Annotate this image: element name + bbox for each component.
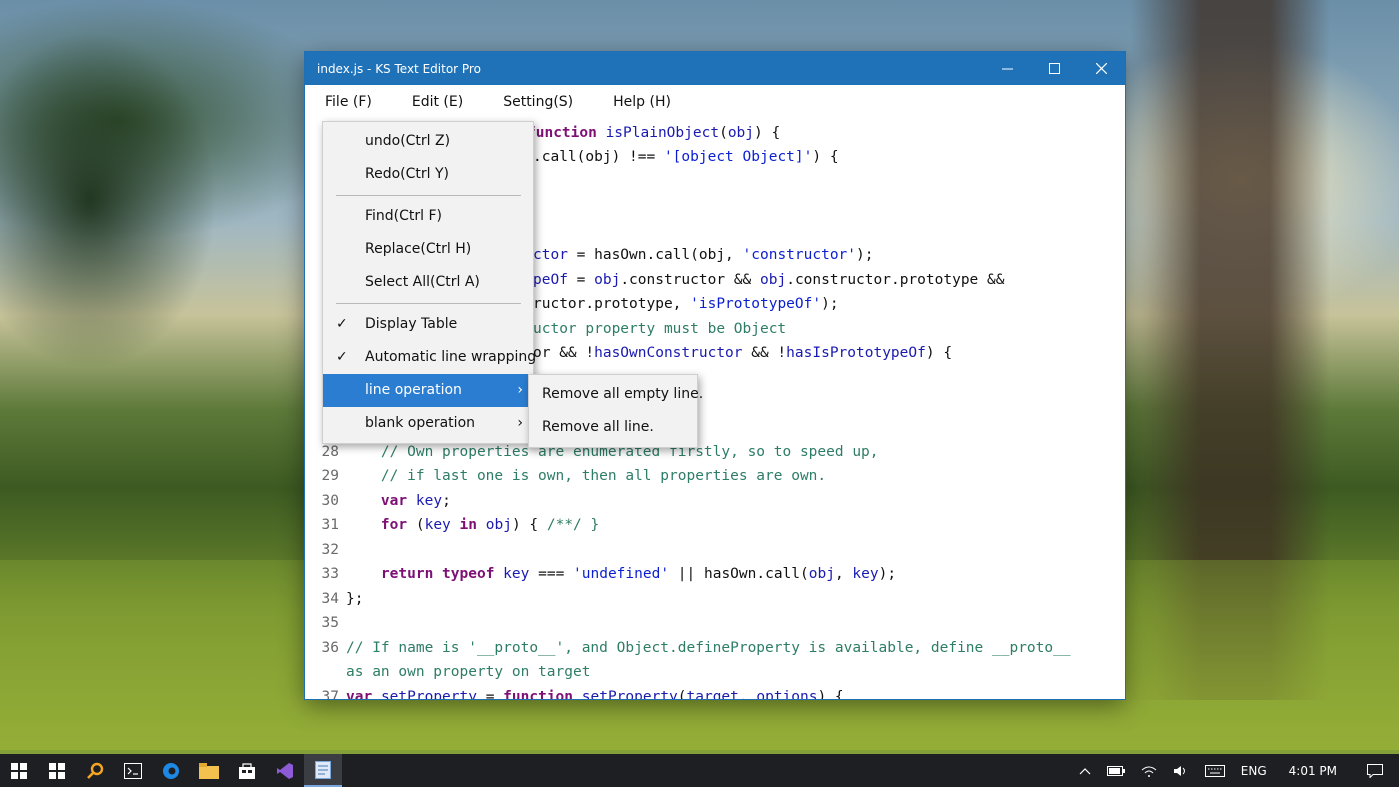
menu-item-remove-all-lines[interactable]: Remove all line. [529,411,697,444]
battery-button[interactable] [1099,765,1133,776]
document-icon [315,760,331,779]
code-line: 30 var key; [321,493,451,509]
menu-separator [336,303,521,304]
menu-item-undo[interactable]: undo(Ctrl Z) [323,125,533,158]
close-button[interactable] [1078,52,1125,85]
maximize-icon [1049,63,1060,74]
chevron-right-icon: › [517,382,523,398]
task-view-button[interactable] [38,754,76,787]
folder-icon [199,762,219,779]
code-line: 37 var setProperty = function setProperty… [321,689,844,699]
edit-menu: undo(Ctrl Z) Redo(Ctrl Y) Find(Ctrl F) R… [322,121,537,444]
taskbar-app-store[interactable] [228,754,266,787]
start-button[interactable] [0,754,38,787]
code-line: 29 // if last one is own, then all prope… [321,468,827,484]
menu-item-label: blank operation [365,415,476,431]
menu-item-label: Display Table [365,316,458,332]
menu-item-blank-operation[interactable]: blank operation › [323,407,533,440]
system-tray: ENG 4:01 PM [1071,754,1399,787]
code-line: ctor = hasOwn.call(obj, 'constructor'); [533,247,874,263]
taskbar-app-terminal[interactable] [114,754,152,787]
menu-help[interactable]: Help (H) [593,94,691,110]
code-line: or && !hasOwnConstructor && !hasIsProtot… [533,345,953,361]
code-line: 32 [321,542,339,558]
menu-setting[interactable]: Setting(S) [483,94,593,110]
code-line: peOf = obj.constructor && obj.constructo… [533,272,1005,288]
taskbar-app-edge[interactable] [152,754,190,787]
speaker-icon [1173,765,1185,776]
taskbar-app-text-editor[interactable] [304,754,342,787]
windows-icon [11,762,27,779]
network-button[interactable] [1133,765,1165,777]
menu-item-select-all[interactable]: Select All(Ctrl A) [323,266,533,299]
menu-item-find[interactable]: Find(Ctrl F) [323,200,533,233]
search-icon [87,762,104,779]
chevron-up-icon [1079,767,1091,774]
code-line: ructor.prototype, 'isPrototypeOf'); [533,296,839,312]
code-line: 35 [321,615,339,631]
taskbar: ENG 4:01 PM [0,754,1399,787]
line-operation-submenu: Remove all empty line. Remove all line. [528,374,703,448]
menu-item-line-operation[interactable]: line operation › [323,374,533,407]
edge-icon [163,762,179,779]
window-title: index.js - KS Text Editor Pro [317,61,481,76]
wifi-icon [1141,766,1157,777]
code-line: 34}; [321,591,364,607]
background-tree-left [0,0,300,560]
clock[interactable]: 4:01 PM [1275,764,1351,778]
code-line: 31 for (key in obj) { /**/ } [321,517,600,533]
menu-item-auto-wrap[interactable]: ✓ Automatic line wrapping [323,341,537,374]
close-icon [1096,63,1107,74]
menu-item-redo[interactable]: Redo(Ctrl Y) [323,158,533,191]
minimize-icon [1002,68,1013,70]
taskbar-app-search[interactable] [76,754,114,787]
title-bar[interactable]: index.js - KS Text Editor Pro [305,52,1125,85]
menu-item-remove-empty-lines[interactable]: Remove all empty line. [529,378,703,411]
keyboard-button[interactable] [1197,764,1233,777]
menu-item-label: Automatic line wrapping [365,349,537,365]
menu-separator [336,195,521,196]
notification-icon [1367,763,1383,778]
taskbar-app-visual-studio[interactable] [266,754,304,787]
keyboard-icon [1204,764,1225,777]
code-line: 33 return typeof key === 'undefined' || … [321,566,897,582]
volume-button[interactable] [1165,765,1197,777]
chevron-right-icon: › [517,415,523,431]
taskbar-app-explorer[interactable] [190,754,228,787]
menu-item-display-table[interactable]: ✓ Display Table [323,308,533,341]
code-line: uctor property must be Object [533,321,787,337]
code-line: 36// If name is '__proto__', and Object.… [321,640,1071,656]
terminal-icon [124,762,142,779]
menu-file[interactable]: File (F) [305,94,392,110]
task-view-icon [49,762,65,779]
visual-studio-icon [277,762,293,779]
code-line: function isPlainObject(obj) { [527,125,781,141]
code-line: as an own property on target [346,664,591,680]
menu-item-replace[interactable]: Replace(Ctrl H) [323,233,533,266]
input-language[interactable]: ENG [1233,764,1275,778]
checkmark-icon: ✓ [336,349,348,365]
code-line: .call(obj) !== '[object Object]') { [533,149,839,165]
menu-bar: File (F) Edit (E) Setting(S) Help (H) [305,85,1125,119]
checkmark-icon: ✓ [336,316,348,332]
minimize-button[interactable] [984,52,1031,85]
menu-item-label: line operation [365,382,462,398]
maximize-button[interactable] [1031,52,1078,85]
battery-icon [1106,765,1125,776]
menu-edit[interactable]: Edit (E) [392,94,483,110]
action-center-button[interactable] [1351,763,1399,778]
store-icon [239,762,255,779]
show-hidden-icons-button[interactable] [1071,767,1099,775]
